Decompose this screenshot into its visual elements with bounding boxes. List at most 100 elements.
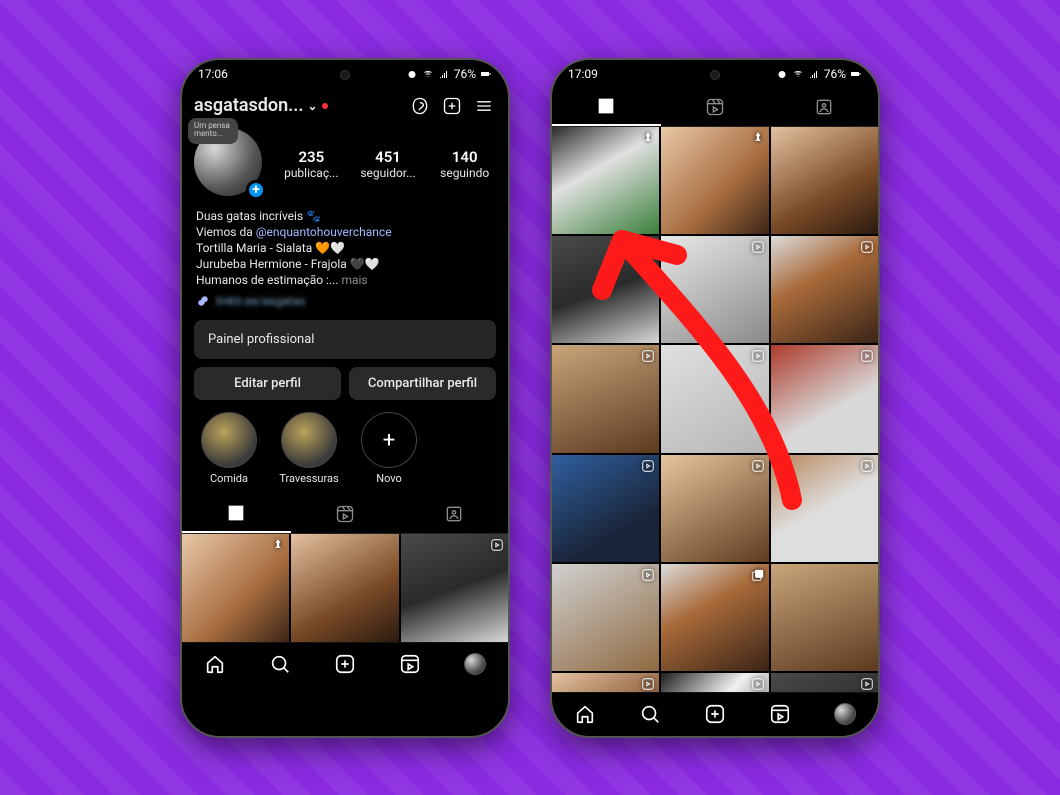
post-tile[interactable] xyxy=(182,534,289,641)
stat-following[interactable]: 140 seguindo xyxy=(433,148,496,180)
tab-reels[interactable] xyxy=(291,495,400,533)
tab-grid[interactable] xyxy=(182,495,291,533)
post-tile[interactable] xyxy=(552,236,659,343)
tab-reels[interactable] xyxy=(661,88,770,126)
post-tile[interactable] xyxy=(661,564,768,671)
pin-icon xyxy=(271,538,285,552)
post-tile[interactable] xyxy=(552,673,659,691)
status-time: 17:06 xyxy=(198,67,228,81)
post-tile[interactable] xyxy=(552,127,659,234)
camera-notch xyxy=(710,70,720,80)
bio-line: Humanos de estimação :... mais xyxy=(196,272,494,288)
nav-search-icon[interactable] xyxy=(269,653,291,675)
stat-count: 235 xyxy=(280,148,343,166)
profile-actions: Editar perfil Compartilhar perfil xyxy=(182,365,508,406)
username-dropdown[interactable]: asgatasdon... ⌄ xyxy=(194,95,400,116)
edit-profile-button[interactable]: Editar perfil xyxy=(194,367,341,400)
reels-badge-icon xyxy=(860,349,874,363)
stat-followers[interactable]: 451 seguidor... xyxy=(357,148,420,180)
nav-home-icon[interactable] xyxy=(574,703,596,725)
reels-icon xyxy=(705,97,725,117)
stat-posts[interactable]: 235 publicaç... xyxy=(280,148,343,180)
highlight-label: Travessuras xyxy=(278,472,340,485)
battery-icon xyxy=(850,68,862,80)
nav-profile-icon[interactable] xyxy=(834,703,856,725)
status-icons: 76% xyxy=(406,67,492,81)
post-tile[interactable] xyxy=(771,127,878,234)
nav-profile-icon[interactable] xyxy=(464,653,486,675)
professional-dashboard-button[interactable]: Painel profissional xyxy=(194,320,496,359)
reels-badge-icon xyxy=(860,459,874,473)
bio-more-link[interactable]: mais xyxy=(341,273,367,287)
phone-left: 17:06 76% asgatasdon... ⌄ Um pensa mento… xyxy=(180,58,510,738)
post-tile[interactable] xyxy=(552,455,659,562)
highlight-label: Novo xyxy=(358,472,420,485)
profile-bio: Duas gatas incríveis 🐾 Viemos da @enquan… xyxy=(182,204,508,295)
wifi-icon xyxy=(792,68,804,80)
nav-home-icon[interactable] xyxy=(204,653,226,675)
pin-icon xyxy=(751,131,765,145)
bio-line: Viemos da @enquantohouverchance xyxy=(196,224,494,240)
post-tile[interactable] xyxy=(661,673,768,691)
tagged-icon xyxy=(814,97,834,117)
post-tile[interactable] xyxy=(552,345,659,452)
status-icons: 76% xyxy=(776,67,862,81)
post-tile[interactable] xyxy=(552,564,659,671)
bottom-nav xyxy=(182,642,508,686)
reels-badge-icon xyxy=(751,459,765,473)
highlight-cover xyxy=(281,412,337,468)
add-story-icon[interactable]: + xyxy=(246,180,266,200)
profile-avatar[interactable]: Um pensa mento... + xyxy=(194,128,266,200)
tab-tagged[interactable] xyxy=(399,495,508,533)
battery-pct: 76% xyxy=(454,67,476,81)
nav-reels-icon[interactable] xyxy=(769,703,791,725)
bio-line: Tortilla Maria - Sialata 🧡🤍 xyxy=(196,240,494,256)
post-tile[interactable] xyxy=(771,345,878,452)
nav-create-icon[interactable] xyxy=(704,703,726,725)
stat-count: 451 xyxy=(357,148,420,166)
hamburger-menu-icon[interactable] xyxy=(472,94,496,118)
bio-link-row[interactable]: linktr.ee/asgatas xyxy=(182,294,508,314)
share-profile-button[interactable]: Compartilhar perfil xyxy=(349,367,496,400)
stat-label: publicaç... xyxy=(280,166,343,180)
post-tile[interactable] xyxy=(661,345,768,452)
post-tile[interactable] xyxy=(661,236,768,343)
battery-icon xyxy=(480,68,492,80)
link-icon xyxy=(196,294,210,308)
reels-icon xyxy=(335,504,355,524)
post-tile[interactable] xyxy=(771,673,878,691)
profile-tabs xyxy=(552,88,878,127)
post-tile[interactable] xyxy=(771,455,878,562)
signal-icon xyxy=(438,68,450,80)
bio-mention-link[interactable]: @enquantohouverchance xyxy=(256,225,392,239)
multi-post-icon xyxy=(751,568,765,582)
post-tile[interactable] xyxy=(291,534,398,641)
alarm-icon xyxy=(406,68,418,80)
reels-badge-icon xyxy=(641,568,655,582)
tab-grid[interactable] xyxy=(552,88,661,126)
post-tile[interactable] xyxy=(661,455,768,562)
create-post-icon[interactable] xyxy=(440,94,464,118)
chevron-down-icon: ⌄ xyxy=(308,99,318,113)
reels-badge-icon xyxy=(641,240,655,254)
nav-search-icon[interactable] xyxy=(639,703,661,725)
post-tile[interactable] xyxy=(771,564,878,671)
profile-header: asgatasdon... ⌄ xyxy=(182,88,508,122)
notification-dot xyxy=(322,103,328,109)
highlight-new[interactable]: + Novo xyxy=(358,412,420,485)
reels-badge-icon xyxy=(641,677,655,691)
signal-icon xyxy=(808,68,820,80)
post-tile[interactable] xyxy=(771,236,878,343)
highlight-item[interactable]: Travessuras xyxy=(278,412,340,485)
posts-grid xyxy=(552,127,878,692)
post-tile[interactable] xyxy=(401,534,508,641)
highlight-item[interactable]: Comida xyxy=(198,412,260,485)
post-tile[interactable] xyxy=(661,127,768,234)
profile-stats-row: Um pensa mento... + 235 publicaç... 451 … xyxy=(182,122,508,204)
story-note[interactable]: Um pensa mento... xyxy=(188,118,238,144)
nav-reels-icon[interactable] xyxy=(399,653,421,675)
tab-tagged[interactable] xyxy=(769,88,878,126)
threads-icon[interactable] xyxy=(408,94,432,118)
bio-line: Duas gatas incríveis 🐾 xyxy=(196,208,494,224)
nav-create-icon[interactable] xyxy=(334,653,356,675)
